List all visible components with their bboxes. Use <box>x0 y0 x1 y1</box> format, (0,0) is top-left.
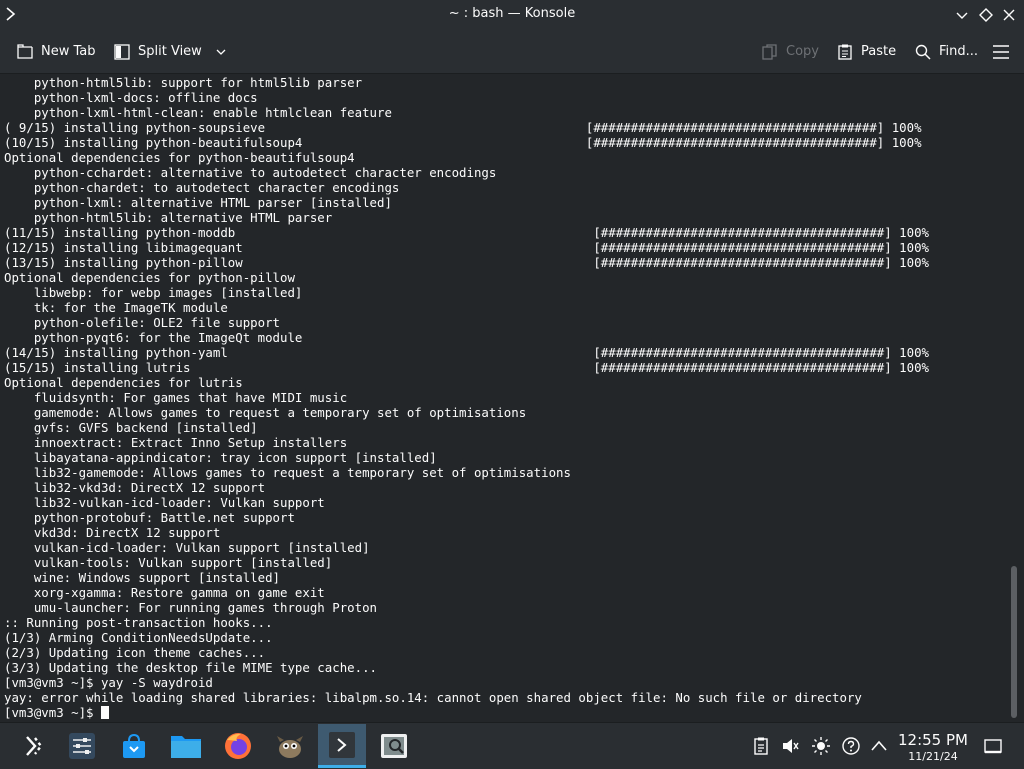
terminal-line: Optional dependencies for python-beautif… <box>4 150 355 165</box>
terminal-line: vkd3d: DirectX 12 support <box>4 525 221 540</box>
terminal-line: (2/3) Updating icon theme caches... <box>4 645 266 660</box>
dolphin-task[interactable] <box>162 724 210 768</box>
terminal-line: yay: error while loading shared librarie… <box>4 690 862 705</box>
terminal-line: Optional dependencies for python-pillow <box>4 270 295 285</box>
search-icon <box>915 44 931 60</box>
clock-date[interactable]: 11/21/24 <box>896 750 970 763</box>
terminal-line: python-pyqt6: for the ImageQt module <box>4 330 303 345</box>
split-view-label: Split View <box>138 44 202 59</box>
terminal-line: python-html5lib: alternative HTML parser <box>4 210 333 225</box>
copy-label: Copy <box>786 44 819 59</box>
terminal-line: (13/15) installing python-pillow [######… <box>4 255 930 270</box>
new-tab-button[interactable]: New Tab <box>16 30 96 73</box>
terminal-line: gvfs: GVFS backend [installed] <box>4 420 258 435</box>
terminal-line: (11/15) installing python-moddb [#######… <box>4 225 930 240</box>
close-icon[interactable] <box>999 5 1019 25</box>
terminal-line: tk: for the ImageTK module <box>4 300 228 315</box>
tray-expand-icon[interactable] <box>869 736 889 756</box>
minimize-icon[interactable] <box>952 5 972 25</box>
hamburger-menu-icon <box>993 44 1009 59</box>
terminal-line: (12/15) installing libimagequant [######… <box>4 240 930 255</box>
terminal-line: Optional dependencies for lutris <box>4 375 243 390</box>
terminal-line: libwebp: for webp images [installed] <box>4 285 303 300</box>
terminal-line: vulkan-icd-loader: Vulkan support [insta… <box>4 540 370 555</box>
app-launcher-button[interactable] <box>10 724 58 768</box>
konsole-task[interactable] <box>318 724 366 768</box>
terminal-line: ( 9/15) installing python-soupsieve [###… <box>4 120 922 135</box>
terminal-line: lib32-vulkan-icd-loader: Vulkan support <box>4 495 325 510</box>
terminal-line: innoextract: Extract Inno Setup installe… <box>4 435 348 450</box>
terminal-output[interactable]: python-html5lib: support for html5lib pa… <box>0 74 1008 722</box>
terminal-line: python-lxml: alternative HTML parser [in… <box>4 195 392 210</box>
paste-button[interactable]: Paste <box>836 30 896 73</box>
terminal-line: vulkan-tools: Vulkan support [installed] <box>4 555 333 570</box>
gimp-task[interactable] <box>266 724 314 768</box>
terminal-line: (1/3) Arming ConditionNeedsUpdate... <box>4 630 273 645</box>
split-view-icon <box>114 43 130 60</box>
copy-button[interactable]: Copy <box>761 30 819 73</box>
maximize-icon[interactable] <box>976 5 996 25</box>
clock-time[interactable]: 12:55 PM <box>896 731 970 749</box>
system-settings-task[interactable] <box>58 724 106 768</box>
show-desktop-icon[interactable] <box>983 736 1003 756</box>
volume-muted-icon[interactable] <box>780 736 800 756</box>
system-settings-icon <box>69 733 95 759</box>
toolbar: New Tab Split View Copy Paste Find... <box>0 30 1024 74</box>
scrollbar-thumb[interactable] <box>1011 566 1017 718</box>
terminal-line: :: Running post-transaction hooks... <box>4 615 273 630</box>
find-label: Find... <box>939 44 979 59</box>
terminal-prompt-line[interactable]: [vm3@vm3 ~]$ <box>4 705 109 720</box>
terminal-line: gamemode: Allows games to request a temp… <box>4 405 527 420</box>
terminal-line: fluidsynth: For games that have MIDI mus… <box>4 390 348 405</box>
image-viewer-task[interactable] <box>370 724 418 768</box>
window-title: ~ : bash — Konsole <box>448 6 576 21</box>
split-view-button[interactable]: Split View <box>113 30 228 73</box>
terminal-line: [vm3@vm3 ~]$ yay -S waydroid <box>4 675 213 690</box>
brightness-icon[interactable] <box>811 736 831 756</box>
terminal-line: lib32-gamemode: Allows games to request … <box>4 465 571 480</box>
main-menu-button[interactable] <box>991 30 1018 73</box>
help-icon[interactable] <box>841 736 861 756</box>
discover-task[interactable] <box>110 724 158 768</box>
terminal-line: python-chardet: to autodetect character … <box>4 180 400 195</box>
image-viewer-icon <box>381 734 407 758</box>
terminal-line: (14/15) installing python-yaml [########… <box>4 345 930 360</box>
terminal-line: (10/15) installing python-beautifulsoup4… <box>4 135 922 150</box>
dolphin-files-icon <box>171 736 201 758</box>
terminal-line: python-lxml-docs: offline docs <box>4 90 258 105</box>
firefox-task[interactable] <box>214 724 262 768</box>
gimp-icon <box>277 736 303 758</box>
paste-icon <box>838 44 852 60</box>
konsole-window: ~ : bash — Konsole New Tab Split View Co… <box>0 0 1024 722</box>
terminal-line: python-html5lib: support for html5lib pa… <box>4 75 363 90</box>
terminal-line: python-lxml-html-clean: enable htmlclean… <box>4 105 392 120</box>
new-tab-icon <box>17 43 33 59</box>
copy-icon <box>762 43 777 60</box>
terminal-line: python-olefile: OLE2 file support <box>4 315 281 330</box>
app-launcher-icon <box>26 736 43 756</box>
terminal-line: lib32-vkd3d: DirectX 12 support <box>4 480 266 495</box>
paste-label: Paste <box>861 44 897 59</box>
discover-store-icon <box>123 733 145 758</box>
terminal-line: libayatana-appindicator: tray icon suppo… <box>4 450 437 465</box>
chevron-down-icon[interactable] <box>214 45 228 59</box>
terminal-line: python-protobuf: Battle.net support <box>4 510 295 525</box>
terminal-line: (15/15) installing lutris [#############… <box>4 360 930 375</box>
taskbar: 12:55 PM 11/21/24 <box>0 722 1024 769</box>
terminal-line: umu-launcher: For running games through … <box>4 600 377 615</box>
firefox-icon <box>225 733 251 759</box>
new-tab-label: New Tab <box>41 44 96 59</box>
terminal-line: wine: Windows support [installed] <box>4 570 281 585</box>
find-button[interactable]: Find... <box>914 30 978 73</box>
konsole-task-icon <box>329 731 355 758</box>
terminal-prompt: [vm3@vm3 ~]$ <box>4 705 101 720</box>
title-bar[interactable]: ~ : bash — Konsole <box>0 0 1024 30</box>
clipboard-icon[interactable] <box>751 736 771 756</box>
terminal-line: python-cchardet: alternative to autodete… <box>4 165 497 180</box>
terminal-cursor <box>100 706 109 719</box>
terminal-line: xorg-xgamma: Restore gamma on game exit <box>4 585 325 600</box>
terminal-line: (3/3) Updating the desktop file MIME typ… <box>4 660 377 675</box>
